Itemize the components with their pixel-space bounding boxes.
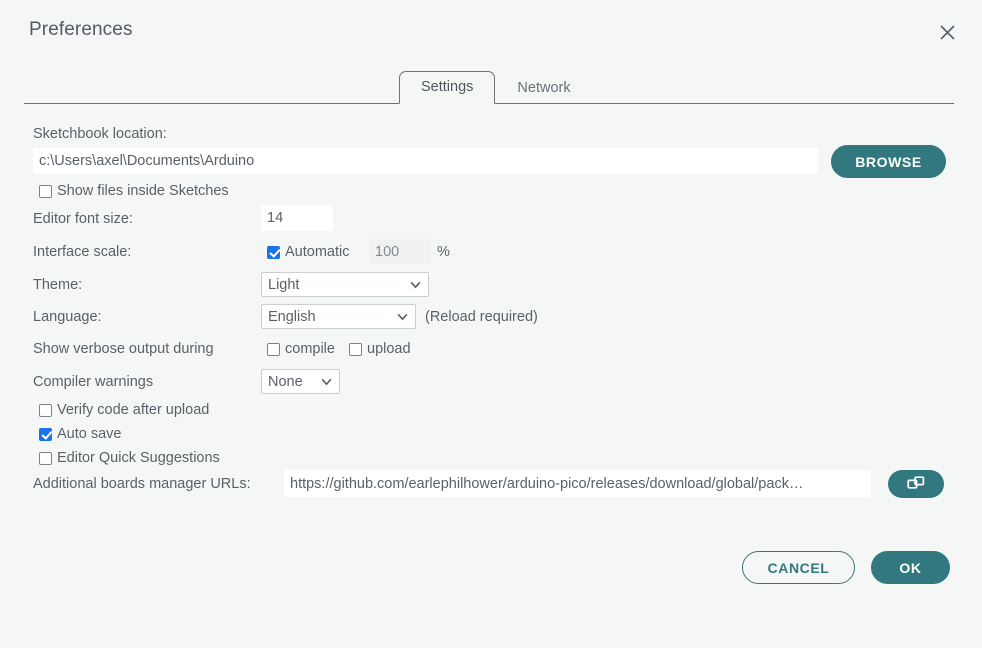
checkbox-box (267, 245, 280, 259)
verbose-upload-label: upload (367, 341, 411, 357)
verbose-compile-label: compile (285, 341, 335, 357)
show-files-inside-sketches-label: Show files inside Sketches (57, 183, 229, 199)
language-reload-note: (Reload required) (425, 309, 538, 325)
checkbox-box (349, 342, 362, 356)
interface-scale-automatic-label: Automatic (285, 244, 350, 260)
chevron-down-icon (397, 313, 408, 321)
chevron-down-icon (321, 378, 332, 386)
theme-selected-value: Light (268, 276, 300, 293)
checkbox-box (39, 403, 52, 417)
editor-font-size-input[interactable] (261, 205, 333, 231)
boards-manager-urls-input[interactable] (284, 470, 871, 497)
theme-label: Theme: (33, 277, 83, 293)
interface-scale-input[interactable] (369, 239, 431, 264)
show-files-inside-sketches-checkbox[interactable]: Show files inside Sketches (39, 183, 229, 199)
cancel-button[interactable]: CANCEL (742, 551, 855, 584)
language-selected-value: English (268, 308, 316, 325)
sketchbook-location-input[interactable] (33, 148, 818, 174)
preferences-dialog: Preferences Settings Network Sketchbook … (0, 0, 982, 648)
compiler-warnings-select[interactable]: None (261, 369, 340, 394)
interface-scale-automatic-checkbox[interactable]: Automatic (267, 244, 349, 260)
verbose-compile-checkbox[interactable]: compile (267, 341, 335, 357)
boards-manager-urls-label: Additional boards manager URLs: (33, 476, 251, 492)
sketchbook-location-label: Sketchbook location: (33, 126, 167, 142)
language-label: Language: (33, 309, 102, 325)
editor-quick-suggestions-label: Editor Quick Suggestions (57, 450, 220, 466)
ok-button[interactable]: OK (871, 551, 950, 584)
chevron-down-icon (410, 281, 421, 289)
tab-settings[interactable]: Settings (399, 70, 496, 104)
auto-save-label: Auto save (57, 426, 122, 442)
verify-code-after-upload-checkbox[interactable]: Verify code after upload (39, 402, 209, 418)
verify-code-after-upload-label: Verify code after upload (57, 402, 210, 418)
browse-button[interactable]: BROWSE (831, 145, 946, 178)
verbose-upload-checkbox[interactable]: upload (349, 341, 411, 357)
interface-scale-label: Interface scale: (33, 244, 132, 260)
checkbox-box (39, 427, 52, 441)
compiler-warnings-selected-value: None (268, 373, 303, 390)
editor-quick-suggestions-checkbox[interactable]: Editor Quick Suggestions (39, 450, 220, 466)
verbose-output-label: Show verbose output during (33, 341, 214, 357)
checkbox-box (267, 342, 280, 356)
interface-scale-unit: % (437, 244, 450, 260)
theme-select[interactable]: Light (261, 272, 429, 297)
open-window-icon (907, 476, 925, 489)
checkbox-box (39, 184, 52, 198)
auto-save-checkbox[interactable]: Auto save (39, 426, 122, 442)
boards-manager-urls-expand-button[interactable] (888, 470, 944, 498)
compiler-warnings-label: Compiler warnings (33, 374, 154, 390)
language-select[interactable]: English (261, 304, 416, 329)
checkbox-box (39, 451, 52, 465)
editor-font-size-label: Editor font size: (33, 211, 133, 227)
